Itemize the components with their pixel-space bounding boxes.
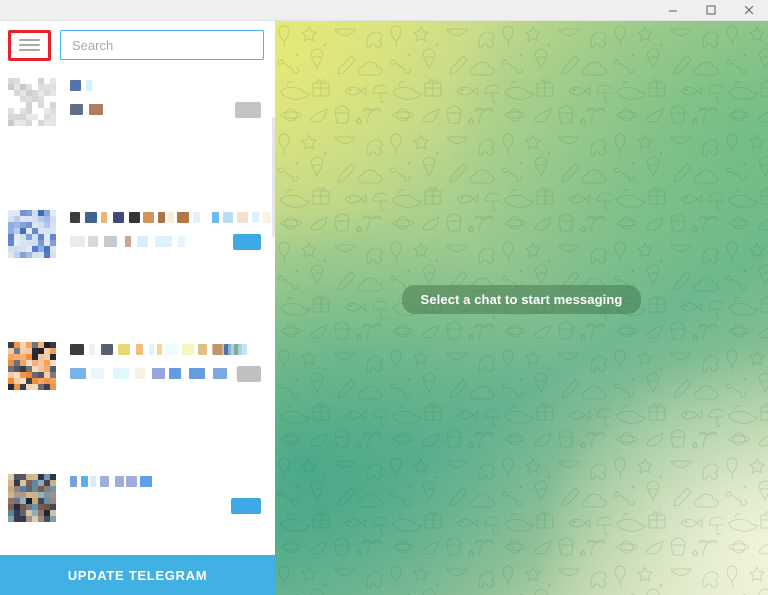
redacted-chat-preview	[152, 368, 165, 379]
empty-chat-state-pill: Select a chat to start messaging	[401, 284, 642, 314]
chat-list-item[interactable]	[0, 465, 275, 531]
redacted-chat-name	[101, 212, 107, 223]
sidebar-search-row	[0, 21, 275, 69]
redacted-timestamp	[212, 344, 224, 355]
redacted-chat-preview	[104, 236, 117, 247]
redacted-chat-preview	[88, 236, 98, 247]
redacted-chat-name	[193, 212, 200, 223]
redacted-chat-name	[149, 344, 154, 355]
redacted-timestamp	[263, 212, 271, 223]
redacted-pixel	[50, 252, 56, 258]
redacted-chat-preview	[70, 236, 85, 247]
redacted-chat-preview	[70, 368, 86, 379]
chat-avatar	[8, 474, 56, 522]
redacted-chat-name	[118, 344, 130, 355]
chat-sidebar: UPDATE TELEGRAM	[0, 21, 275, 595]
redacted-chat-name	[158, 212, 165, 223]
empty-chat-state-label: Select a chat to start messaging	[420, 291, 623, 307]
redacted-chat-preview	[137, 236, 148, 247]
redacted-pixel	[50, 384, 56, 390]
redacted-chat-name	[101, 344, 113, 355]
redacted-chat-name	[129, 212, 140, 223]
redacted-chat-name	[100, 476, 109, 487]
redacted-chat-preview	[113, 368, 129, 379]
chat-avatar	[8, 210, 56, 258]
hamburger-menu-button[interactable]	[8, 29, 51, 61]
redacted-chat-preview	[91, 368, 104, 379]
redacted-timestamp	[223, 212, 233, 223]
redacted-pixel	[50, 120, 56, 126]
redacted-chat-name	[115, 476, 124, 487]
redacted-chat-name	[177, 212, 189, 223]
redacted-chat-preview	[135, 368, 145, 379]
chat-list[interactable]	[0, 69, 275, 554]
redacted-chat-name	[136, 344, 143, 355]
redacted-chat-name	[70, 212, 80, 223]
maximize-icon[interactable]	[692, 0, 730, 21]
chat-list-item[interactable]	[0, 333, 275, 399]
redacted-chat-preview	[178, 236, 185, 247]
chat-list-item[interactable]	[0, 69, 275, 135]
chat-unread-badge	[237, 366, 261, 382]
update-telegram-button[interactable]: UPDATE TELEGRAM	[0, 554, 275, 595]
main-content: UPDATE TELEGRAM	[0, 21, 768, 595]
hamburger-icon	[19, 39, 40, 51]
redacted-chat-name	[113, 212, 124, 223]
chat-unread-badge	[233, 234, 261, 250]
redacted-chat-name	[165, 344, 178, 355]
redacted-chat-name	[126, 476, 137, 487]
redacted-chat-name	[81, 476, 88, 487]
chat-row-body	[70, 210, 271, 258]
redacted-chat-preview	[169, 368, 181, 379]
redacted-chat-name	[85, 212, 97, 223]
chat-unread-badge	[235, 102, 261, 118]
chat-row-body	[70, 78, 261, 126]
redacted-timestamp	[237, 212, 248, 223]
redacted-chat-name	[90, 476, 96, 487]
redacted-timestamp	[252, 212, 259, 223]
redacted-chat-preview	[89, 104, 103, 115]
chat-row-body	[70, 342, 261, 390]
redacted-chat-name	[157, 344, 162, 355]
chat-unread-badge	[231, 498, 261, 514]
search-input[interactable]	[60, 30, 264, 60]
close-icon[interactable]	[730, 0, 768, 21]
window-titlebar	[0, 0, 768, 21]
redacted-chat-preview	[155, 236, 172, 247]
redacted-chat-name	[70, 344, 84, 355]
redacted-chat-name	[70, 476, 77, 487]
redacted-chat-name	[182, 344, 194, 355]
chat-avatar	[8, 342, 56, 390]
update-telegram-label: UPDATE TELEGRAM	[67, 567, 208, 583]
redacted-timestamp	[228, 344, 234, 355]
chat-row-body	[70, 474, 261, 522]
redacted-timestamp	[212, 212, 219, 223]
redacted-timestamp	[238, 344, 247, 355]
redacted-chat-preview	[125, 236, 131, 247]
chat-avatar	[8, 78, 56, 126]
telegram-window: UPDATE TELEGRAM	[0, 0, 768, 595]
redacted-chat-preview	[70, 104, 83, 115]
redacted-chat-name	[143, 212, 154, 223]
redacted-pixel	[50, 516, 56, 522]
redacted-chat-preview	[213, 368, 227, 379]
redacted-chat-name	[86, 80, 92, 91]
redacted-chat-name	[140, 476, 152, 487]
chat-list-item[interactable]	[0, 201, 275, 267]
redacted-chat-name	[70, 80, 81, 91]
chat-panel: Select a chat to start messaging	[275, 21, 768, 595]
redacted-chat-preview	[189, 368, 205, 379]
minimize-icon[interactable]	[654, 0, 692, 21]
redacted-chat-name	[198, 344, 207, 355]
redacted-chat-name	[89, 344, 95, 355]
redacted-chat-name	[168, 212, 174, 223]
